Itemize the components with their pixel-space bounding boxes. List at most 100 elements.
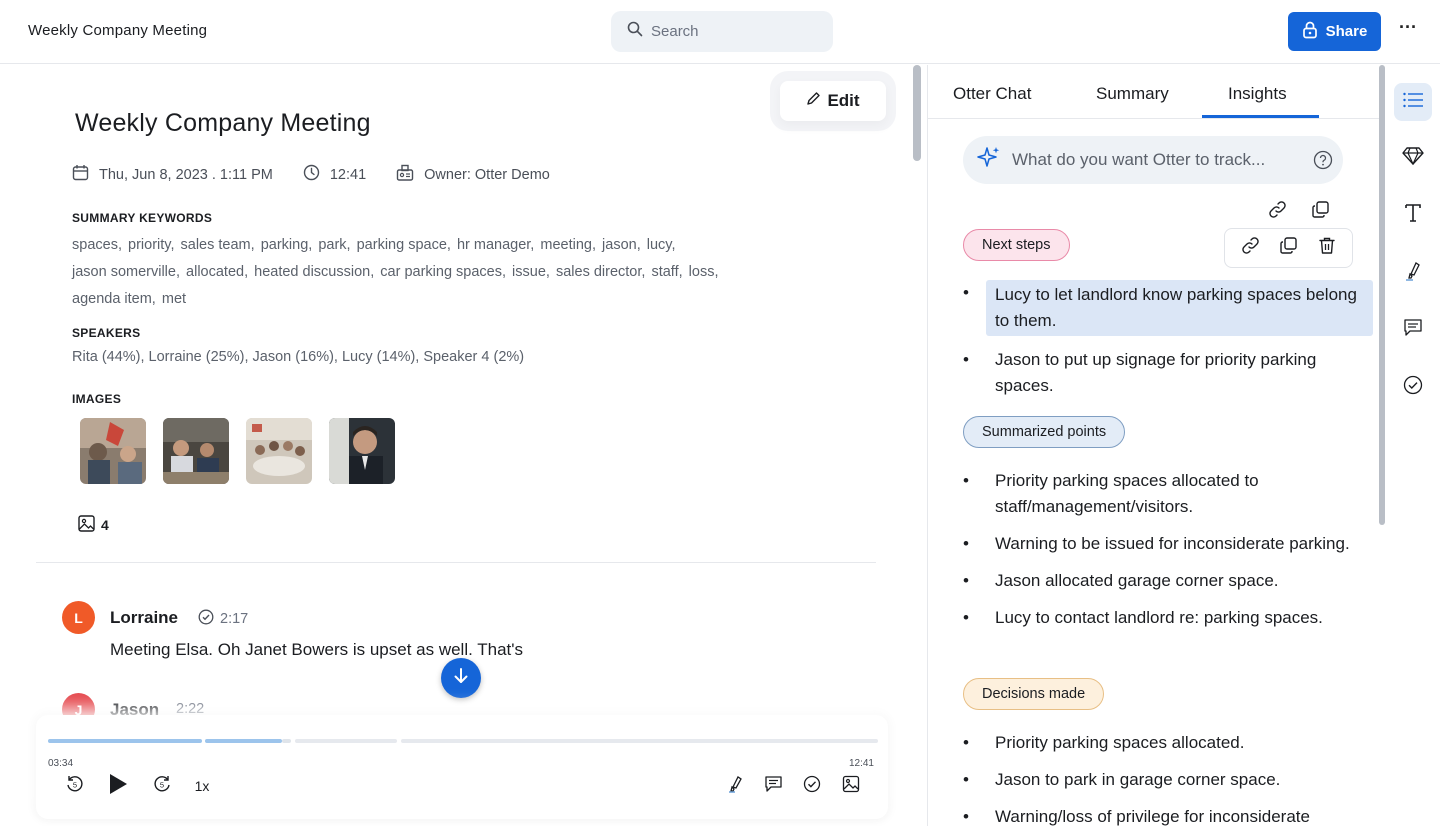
playback-speed-button[interactable]: 1x — [190, 775, 214, 797]
keyword[interactable]: lucy, — [647, 237, 676, 253]
keyword[interactable]: priority, — [128, 237, 174, 253]
play-icon — [108, 773, 128, 800]
rail-text-button[interactable] — [1394, 197, 1432, 235]
right-scrollbar[interactable] — [1379, 65, 1385, 525]
image-thumbnail[interactable] — [329, 418, 395, 484]
tab-insights[interactable]: Insights — [1228, 84, 1287, 104]
keyword[interactable]: parking space, — [357, 237, 451, 253]
images-label: IMAGES — [72, 392, 122, 406]
forward-icon: 5 — [152, 774, 172, 799]
rail-action-items-button[interactable] — [1394, 368, 1432, 406]
keyword[interactable]: meeting, — [540, 237, 596, 253]
building-icon — [396, 164, 414, 185]
meeting-meta: Thu, Jun 8, 2023 . 1:11 PM 12:41 Owner: … — [72, 164, 580, 185]
scroll-to-bottom-button[interactable] — [441, 658, 481, 698]
list-item[interactable]: Jason allocated garage corner space. — [963, 568, 1373, 594]
progress-bar[interactable] — [48, 739, 878, 743]
keyword[interactable]: sales team, — [181, 237, 255, 253]
highlight-button[interactable] — [724, 775, 746, 797]
edit-button[interactable]: Edit — [780, 81, 886, 121]
keyword[interactable]: park, — [318, 237, 350, 253]
check-circle-icon — [1403, 375, 1423, 400]
more-options-button[interactable]: ··· — [1398, 18, 1418, 42]
item-action-toolbar — [1224, 228, 1353, 268]
copy-icon[interactable] — [1279, 236, 1298, 260]
tab-summary[interactable]: Summary — [1096, 84, 1169, 104]
rail-insights-button[interactable] — [1394, 83, 1432, 121]
meeting-panel: Edit Weekly Company Meeting Thu, Jun 8, … — [0, 65, 912, 826]
transcript-text[interactable]: Meeting Elsa. Oh Janet Bowers is upset a… — [110, 640, 523, 660]
highlighter-icon — [726, 775, 744, 798]
keyword[interactable]: spaces, — [72, 237, 122, 253]
speaker-name[interactable]: Lorraine — [110, 608, 178, 628]
image-thumbnail[interactable] — [80, 418, 146, 484]
rail-comments-button[interactable] — [1394, 311, 1432, 349]
help-icon[interactable] — [1313, 150, 1333, 175]
insert-image-button[interactable] — [840, 775, 862, 797]
total-time: 12:41 — [848, 758, 874, 769]
meeting-owner: Owner: Otter Demo — [396, 164, 550, 185]
timestamp-text: 2:17 — [220, 611, 249, 627]
keyword[interactable]: heated discussion, — [254, 264, 374, 280]
progress-segment — [401, 739, 878, 743]
progress-segment — [205, 739, 282, 743]
keyword[interactable]: staff, — [651, 264, 682, 280]
avatar: L — [62, 601, 95, 634]
list-item[interactable]: Lucy to contact landlord re: parking spa… — [963, 605, 1373, 631]
meeting-duration-text: 12:41 — [329, 166, 367, 183]
keywords-list: spaces, priority, sales team, parking, p… — [72, 232, 792, 313]
image-thumbnail[interactable] — [163, 418, 229, 484]
lock-icon — [1302, 21, 1318, 43]
list-item[interactable]: Warning/loss of privilege for inconsider… — [963, 804, 1373, 826]
list-item[interactable]: Jason to park in garage corner space. — [963, 767, 1373, 793]
keyword[interactable]: agenda item, — [72, 291, 156, 307]
forward-5-button[interactable]: 5 — [151, 775, 173, 797]
tab-otter-chat[interactable]: Otter Chat — [953, 84, 1031, 104]
progress-segment — [48, 739, 202, 743]
comment-icon — [764, 775, 783, 798]
link-icon[interactable] — [1268, 200, 1287, 224]
play-button[interactable] — [106, 773, 130, 800]
keyword[interactable]: jason somerville, — [72, 264, 180, 280]
image-thumbnail[interactable] — [246, 418, 312, 484]
meeting-title: Weekly Company Meeting — [75, 109, 371, 137]
copy-icon[interactable] — [1311, 200, 1330, 224]
timestamp[interactable]: 2:17 — [198, 609, 248, 629]
keyword[interactable]: sales director, — [556, 264, 645, 280]
next-steps-list: Lucy to let landlord know parking spaces… — [963, 280, 1373, 410]
tool-rail — [1386, 65, 1440, 826]
decisions-made-list: Priority parking spaces allocated. Jason… — [963, 730, 1373, 826]
speakers-list: Rita (44%), Lorraine (25%), Jason (16%),… — [72, 349, 525, 365]
list-item[interactable]: Warning to be issued for inconsiderate p… — [963, 531, 1373, 557]
list-item[interactable]: Priority parking spaces allocated to sta… — [963, 468, 1373, 520]
link-icon[interactable] — [1241, 236, 1260, 260]
panel-tabs: Otter Chat Summary Insights — [928, 65, 1385, 119]
meeting-owner-text: Owner: Otter Demo — [424, 166, 550, 183]
list-item[interactable]: Lucy to let landlord know parking spaces… — [963, 280, 1373, 336]
ask-placeholder: What do you want Otter to track... — [1012, 150, 1266, 169]
search-icon — [627, 21, 643, 42]
action-item-button[interactable] — [801, 775, 823, 797]
trash-icon[interactable] — [1318, 236, 1336, 260]
keyword[interactable]: met — [162, 291, 186, 307]
rewind-5-button[interactable]: 5 — [64, 775, 86, 797]
keyword[interactable]: car parking spaces, — [380, 264, 506, 280]
comment-button[interactable] — [762, 775, 784, 797]
rail-premium-button[interactable] — [1394, 139, 1432, 177]
keyword[interactable]: allocated, — [186, 264, 248, 280]
highlighted-item-text: Lucy to let landlord know parking spaces… — [986, 280, 1373, 336]
search-input[interactable]: Search — [611, 11, 833, 52]
keyword[interactable]: hr manager, — [457, 237, 534, 253]
keyword[interactable]: parking, — [261, 237, 313, 253]
left-scrollbar[interactable] — [913, 65, 921, 161]
share-button[interactable]: Share — [1288, 12, 1381, 51]
ask-otter-input[interactable]: What do you want Otter to track... — [963, 136, 1343, 184]
keyword[interactable]: jason, — [602, 237, 641, 253]
keyword[interactable]: issue, — [512, 264, 550, 280]
sparkle-icon — [976, 145, 1002, 176]
list-item[interactable]: Jason to put up signage for priority par… — [963, 347, 1373, 399]
image-count[interactable]: 4 — [78, 515, 109, 535]
rail-highlight-button[interactable] — [1394, 254, 1432, 292]
keyword[interactable]: loss, — [689, 264, 719, 280]
list-item[interactable]: Priority parking spaces allocated. — [963, 730, 1373, 756]
